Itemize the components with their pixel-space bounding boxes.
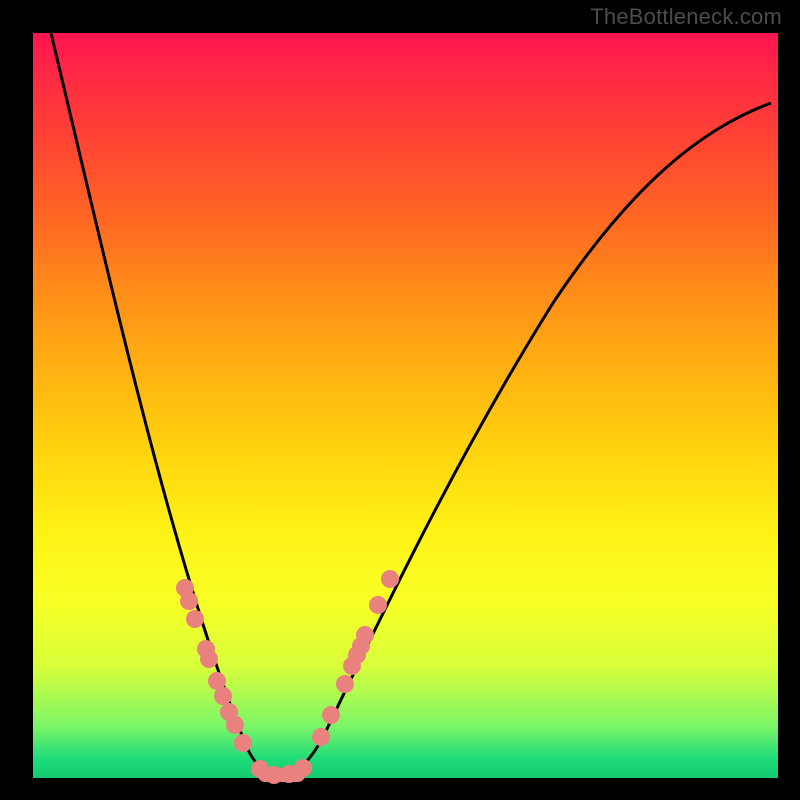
marker-left-6 <box>214 687 232 705</box>
marker-right-1 <box>322 706 340 724</box>
marker-right-7 <box>369 596 387 614</box>
marker-valley-3 <box>294 759 312 777</box>
marker-right-8 <box>381 570 399 588</box>
marker-right-2 <box>336 675 354 693</box>
marker-left-1 <box>180 592 198 610</box>
plot-area <box>33 33 778 778</box>
bottleneck-curve <box>51 33 771 775</box>
watermark-label: TheBottleneck.com <box>590 4 782 30</box>
marker-left-4 <box>200 650 218 668</box>
chart-stage: TheBottleneck.com <box>0 0 800 800</box>
marker-right-0 <box>312 728 330 746</box>
marker-left-9 <box>234 734 252 752</box>
marker-left-8 <box>226 716 244 734</box>
curve-layer <box>33 33 778 778</box>
marker-left-2 <box>186 610 204 628</box>
marker-right-6 <box>356 626 374 644</box>
